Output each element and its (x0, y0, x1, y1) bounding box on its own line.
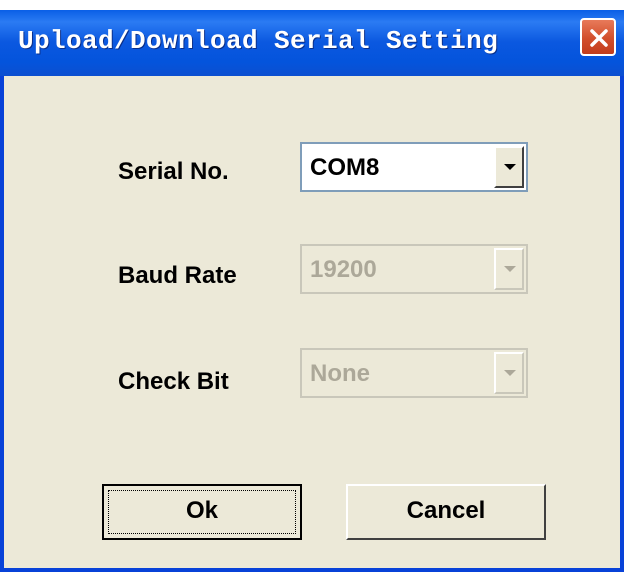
close-button[interactable] (580, 18, 616, 56)
dialog-body: Serial No. COM8 Baud Rate 19200 Check Bi… (4, 76, 620, 568)
baud-rate-dropdown-button (494, 248, 524, 290)
title-bar[interactable]: Upload/Download Serial Setting (0, 0, 624, 76)
window-title: Upload/Download Serial Setting (18, 26, 499, 56)
check-bit-select: None (300, 348, 528, 398)
baud-rate-select: 19200 (300, 244, 528, 294)
chevron-down-icon (504, 164, 516, 170)
close-icon (590, 29, 608, 47)
chevron-down-icon (504, 266, 516, 272)
cancel-button-label: Cancel (406, 497, 486, 524)
ok-button[interactable]: Ok (102, 484, 302, 540)
dialog-window: Upload/Download Serial Setting Serial No… (0, 0, 624, 572)
ok-button-label: Ok (185, 497, 218, 524)
check-bit-dropdown-button (494, 352, 524, 394)
baud-rate-value: 19200 (310, 256, 377, 283)
check-bit-label: Check Bit (118, 368, 229, 395)
check-bit-value: None (310, 360, 370, 387)
serial-no-dropdown-button[interactable] (494, 146, 524, 188)
serial-no-label: Serial No. (118, 158, 229, 185)
baud-rate-label: Baud Rate (118, 262, 237, 289)
serial-no-select[interactable]: COM8 (300, 142, 528, 192)
cancel-button[interactable]: Cancel (346, 484, 546, 540)
serial-no-value: COM8 (310, 154, 380, 181)
chevron-down-icon (504, 370, 516, 376)
